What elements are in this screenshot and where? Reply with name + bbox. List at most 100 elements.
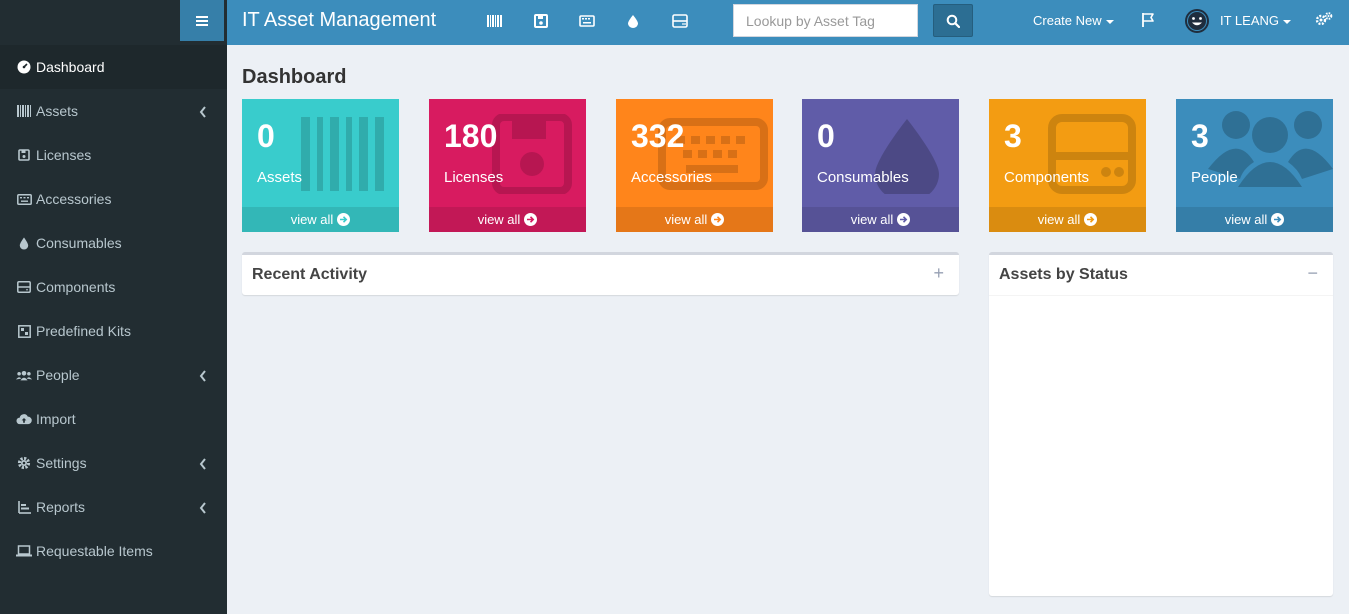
tile-count: 0 [257,118,275,154]
arrow-circle-right-icon [1271,213,1285,226]
tile-licenses: 180 Licenses view all [429,99,586,232]
sidebar-item-label: Requestable Items [36,543,153,559]
arrow-circle-right-icon [711,213,725,226]
box-title: Recent Activity [252,266,367,283]
collapse-button[interactable]: − [1307,263,1318,284]
tile-accessories: 332 Accessories view all [616,99,773,232]
view-all-label: view all [850,212,894,227]
box-title: Assets by Status [999,266,1128,283]
view-all-link[interactable]: view all [242,207,399,232]
sidebar-item-accessories[interactable]: Accessories [0,177,227,221]
expand-button[interactable]: + [933,263,944,284]
sidebar-item-label: Predefined Kits [36,323,131,339]
tile-label: Consumables [817,169,909,186]
view-all-link[interactable]: view all [616,207,773,232]
chevron-left-icon [199,457,207,473]
sidebar-item-people[interactable]: People [0,353,227,397]
cogs-icon[interactable] [1315,11,1333,32]
dashboard-icon [16,59,32,75]
tint-icon[interactable] [624,12,642,30]
caret-down-icon [1283,19,1292,24]
sidebar-item-label: Import [36,411,76,427]
sidebar-item-settings[interactable]: Settings [0,441,227,485]
create-new-label: Create New [1033,13,1102,28]
caret-down-icon [1105,19,1114,24]
view-all-label: view all [477,212,521,227]
sidebar-item-label: Licenses [36,147,92,163]
sidebar-item-dashboard[interactable]: Dashboard [0,45,227,89]
app-title[interactable]: IT Asset Management [242,9,436,32]
tile-people: 3 People view all [1176,99,1333,232]
sidebar-item-consumables[interactable]: Consumables [0,221,227,265]
chevron-left-icon [199,369,207,385]
hdd-icon[interactable] [671,12,689,30]
view-all-label: view all [664,212,708,227]
tint-icon [16,235,32,251]
sidebar: Dashboard Assets Licenses Accessories Co… [0,45,227,614]
tile-label: Components [1004,169,1090,186]
view-all-link[interactable]: view all [1176,207,1333,232]
tile-label: Licenses [444,169,504,186]
tile-label: People [1191,169,1238,186]
sidebar-item-label: People [36,367,80,383]
top-navbar: IT Asset Management Create New IT LEANG [0,0,1349,45]
arrow-circle-right-icon [1084,213,1098,226]
hamburger-icon [196,15,208,26]
assets-by-status-box: Assets by Status − [989,252,1333,596]
chevron-left-icon [199,105,207,121]
cloud-upload-icon [16,411,32,427]
save-icon[interactable] [532,12,550,30]
sidebar-item-components[interactable]: Components [0,265,227,309]
recent-activity-box: Recent Activity + [242,252,959,295]
arrow-circle-right-icon [337,213,351,226]
tile-assets: 0 Assets view all [242,99,399,232]
tile-components: 3 Components view all [989,99,1146,232]
chart-icon [16,499,32,515]
kit-icon [16,323,32,339]
view-all-label: view all [290,212,334,227]
user-menu[interactable]: IT LEANG [1220,13,1292,28]
view-all-link[interactable]: view all [802,207,959,232]
sidebar-item-licenses[interactable]: Licenses [0,133,227,177]
view-all-label: view all [1224,212,1268,227]
tile-count: 3 [1004,118,1022,154]
sidebar-item-assets[interactable]: Assets [0,89,227,133]
page-title: Dashboard [242,66,347,88]
view-all-link[interactable]: view all [989,207,1146,232]
sidebar-item-import[interactable]: Import [0,397,227,441]
username-label: IT LEANG [1220,13,1280,28]
tile-consumables: 0 Consumables view all [802,99,959,232]
tile-count: 3 [1191,118,1209,154]
view-all-link[interactable]: view all [429,207,586,232]
sidebar-item-reports[interactable]: Reports [0,485,227,529]
sidebar-item-predefined-kits[interactable]: Predefined Kits [0,309,227,353]
sidebar-item-label: Settings [36,455,87,471]
arrow-circle-right-icon [897,213,911,226]
chevron-left-icon [199,501,207,517]
sidebar-item-requestable-items[interactable]: Requestable Items [0,529,227,573]
flag-icon[interactable] [1141,12,1155,33]
arrow-circle-right-icon [524,213,538,226]
keyboard-icon[interactable] [578,12,596,30]
tile-count: 0 [817,118,835,154]
save-icon [16,147,32,163]
sidebar-item-label: Consumables [36,235,122,251]
asset-tag-search-input[interactable] [733,4,918,37]
view-all-label: view all [1037,212,1081,227]
barcode-icon[interactable] [486,12,504,30]
sidebar-item-label: Components [36,279,116,295]
barcode-icon [16,103,32,119]
sidebar-toggle-button[interactable] [180,0,224,41]
hdd-icon [16,279,32,295]
users-icon [16,367,32,383]
search-button[interactable] [933,4,973,37]
create-new-dropdown[interactable]: Create New [1033,13,1114,28]
sidebar-item-label: Assets [36,103,79,119]
tile-label: Accessories [631,169,712,186]
tile-label: Assets [257,169,303,186]
user-avatar[interactable] [1184,8,1210,34]
sidebar-item-label: Accessories [36,191,112,207]
laptop-icon [16,543,32,559]
barcode-icon [301,117,384,191]
tile-count: 180 [444,118,498,154]
